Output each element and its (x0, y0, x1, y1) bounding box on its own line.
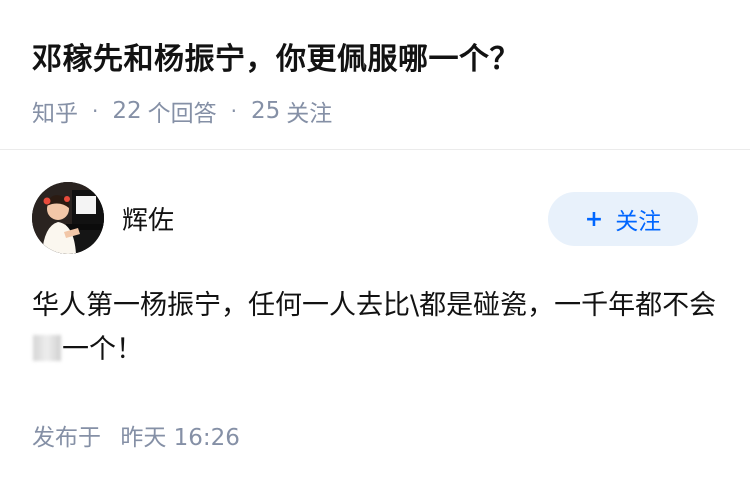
post-time-label: 发布于 (32, 425, 101, 451)
avatar[interactable] (32, 182, 104, 254)
answer-text-part2: 一个！ (62, 334, 143, 365)
plus-icon: + (584, 206, 604, 232)
answer-author: 辉佐 + 关注 (32, 182, 718, 254)
meta-separator: · (92, 99, 99, 123)
blurred-character (33, 335, 61, 361)
follow-button[interactable]: + 关注 (548, 192, 698, 246)
follower-count: 25 (251, 98, 281, 124)
answer-content[interactable]: 华人第一杨振宁，任何一人去比\都是碰瓷，一千年都不会一个！ (32, 284, 722, 372)
answer-count-label[interactable]: 个回答 (148, 94, 217, 128)
answer-count: 22 (112, 98, 142, 124)
post-time: 发布于 昨天 16:26 (32, 418, 240, 452)
source-label[interactable]: 知乎 (32, 94, 78, 128)
post-time-value: 昨天 16:26 (120, 425, 240, 451)
question-meta: 知乎 · 22 个回答 · 25 关注 (32, 94, 332, 128)
avatar-image (32, 182, 104, 254)
question-header: 邓稼先和杨振宁，你更佩服哪一个？ 知乎 · 22 个回答 · 25 关注 (0, 0, 750, 150)
follow-button-label: 关注 (615, 209, 662, 235)
answer-text-part1: 华人第一杨振宁，任何一人去比\都是碰瓷，一千年都不会 (32, 290, 717, 321)
question-title[interactable]: 邓稼先和杨振宁，你更佩服哪一个？ (32, 34, 520, 78)
follower-count-label: 关注 (286, 101, 333, 127)
meta-separator: · (230, 99, 237, 123)
author-name[interactable]: 辉佐 (122, 200, 174, 237)
